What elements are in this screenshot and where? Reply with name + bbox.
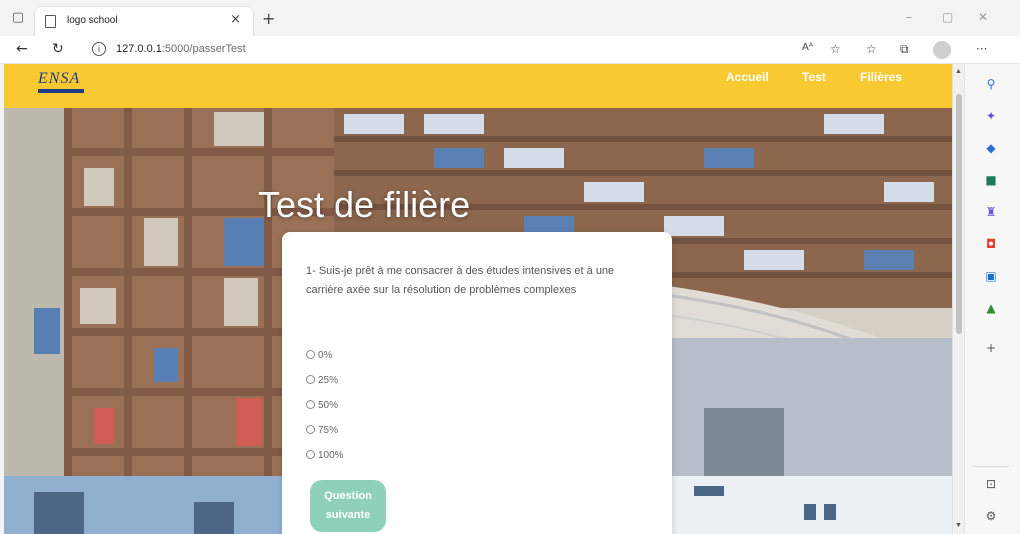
maximize-icon[interactable]: ▢: [942, 10, 953, 24]
browser-toolbar: ← ↻ i 127.0.0.1:5000/passerTest Aᴬ ☆ ☆ ⧉…: [0, 36, 1020, 64]
profile-icon[interactable]: [933, 41, 951, 59]
page-icon: [45, 15, 56, 28]
radio-icon[interactable]: [306, 425, 315, 434]
refresh-icon[interactable]: ↻: [52, 41, 64, 57]
page-scrollbar[interactable]: ▲ ▼: [952, 64, 964, 534]
more-icon[interactable]: ···: [976, 42, 987, 56]
option-50[interactable]: 50%: [306, 400, 338, 411]
radio-icon[interactable]: [306, 450, 315, 459]
option-25[interactable]: 25%: [306, 375, 338, 386]
minimize-icon[interactable]: –: [906, 10, 912, 24]
toolbox-icon[interactable]: ■: [983, 172, 999, 188]
shopping-tag-icon[interactable]: ◆: [983, 140, 999, 156]
tab-close-icon[interactable]: ×: [230, 12, 241, 27]
settings-icon[interactable]: ⚙: [983, 508, 999, 524]
question-text: 1- Suis-je prêt à me consacrer à des étu…: [306, 265, 615, 296]
site-logo[interactable]: ENSA: [38, 70, 86, 96]
add-favorite-icon[interactable]: ☆: [830, 42, 841, 56]
tree-icon[interactable]: ▲: [983, 300, 999, 316]
next-question-button[interactable]: Question suivante: [310, 480, 386, 532]
scroll-up-icon[interactable]: ▲: [955, 68, 962, 75]
tab-actions-icon[interactable]: ▢: [8, 8, 28, 28]
url-text[interactable]: 127.0.0.1:5000/passerTest: [116, 43, 246, 55]
read-aloud-icon[interactable]: Aᴬ: [802, 42, 813, 53]
nav-link-filieres[interactable]: Filières: [860, 70, 902, 84]
office-icon[interactable]: ◘: [983, 236, 999, 252]
add-icon[interactable]: +: [983, 340, 999, 356]
edge-sidebar: ⚲ ✦ ◆ ■ ♜ ◘ ▣ ▲ + ⊡ ⚙: [964, 64, 1020, 534]
favorites-icon[interactable]: ☆: [866, 42, 877, 56]
question-card: 1- Suis-je prêt à me consacrer à des étu…: [282, 232, 672, 534]
scroll-down-icon[interactable]: ▼: [955, 522, 962, 529]
radio-icon[interactable]: [306, 350, 315, 359]
games-icon[interactable]: ♜: [983, 204, 999, 220]
close-window-icon[interactable]: ✕: [978, 10, 988, 24]
option-100[interactable]: 100%: [306, 450, 344, 461]
outlook-icon[interactable]: ▣: [983, 268, 999, 284]
nav-link-test[interactable]: Test: [802, 70, 826, 84]
browser-tab[interactable]: logo school ×: [34, 6, 254, 36]
address-bar[interactable]: i 127.0.0.1:5000/passerTest: [82, 39, 782, 61]
tab-title: logo school: [67, 15, 118, 26]
copilot-icon[interactable]: ✦: [983, 108, 999, 124]
split-screen-icon[interactable]: ⊡: [983, 476, 999, 492]
nav-link-accueil[interactable]: Accueil: [726, 70, 769, 84]
scroll-thumb[interactable]: [956, 94, 962, 334]
info-icon[interactable]: i: [92, 42, 106, 56]
collections-icon[interactable]: ⧉: [900, 42, 909, 57]
new-tab-icon[interactable]: +: [262, 9, 275, 28]
option-75[interactable]: 75%: [306, 425, 338, 436]
radio-icon[interactable]: [306, 400, 315, 409]
search-icon[interactable]: ⚲: [983, 76, 999, 92]
back-arrow-icon[interactable]: ←: [16, 41, 28, 57]
web-viewport: ENSA Accueil Test Filières Test de filiè…: [4, 64, 952, 534]
browser-titlebar: ▢ logo school × + – ▢ ✕: [0, 0, 1020, 36]
hero-title: Test de filière: [258, 184, 471, 225]
option-0[interactable]: 0%: [306, 350, 332, 361]
site-navbar: ENSA Accueil Test Filières: [4, 64, 952, 108]
radio-icon[interactable]: [306, 375, 315, 384]
